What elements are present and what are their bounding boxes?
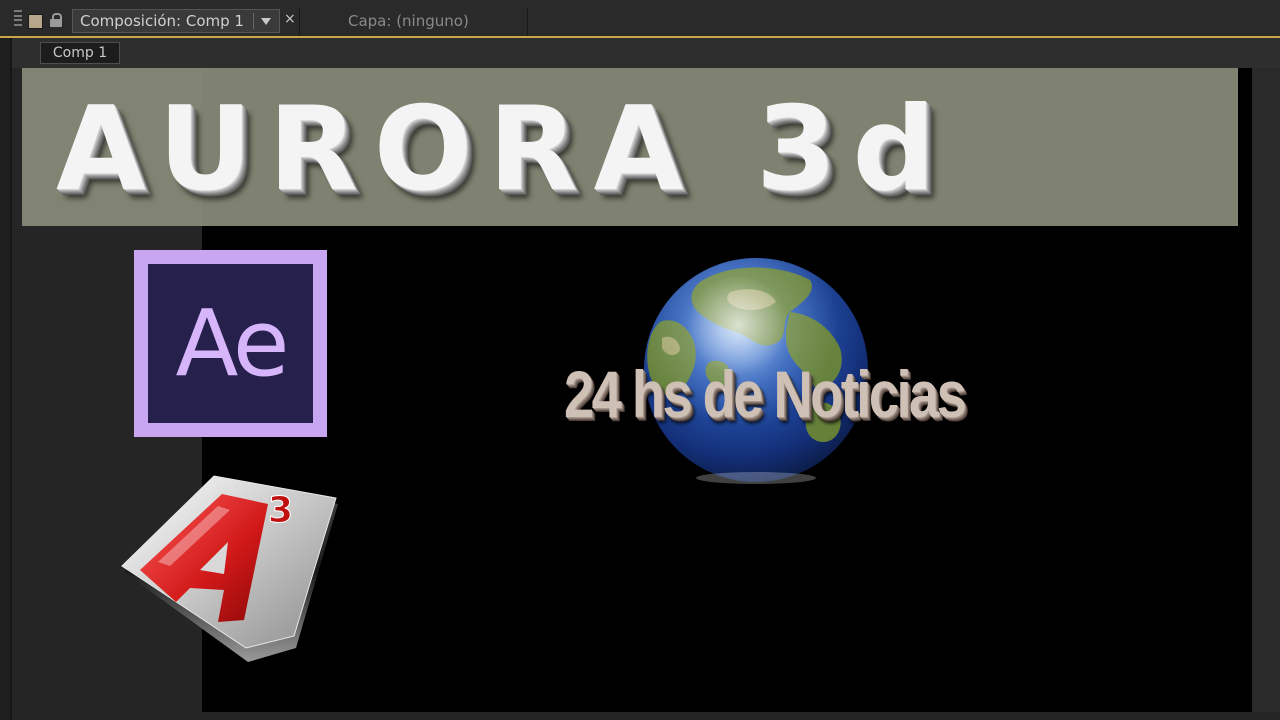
- title-banner: AURORA 3d: [22, 68, 1238, 226]
- a3-superscript: 3: [268, 490, 293, 531]
- dropdown-arrow-icon[interactable]: [261, 18, 271, 25]
- breadcrumb-comp[interactable]: Comp 1: [40, 42, 120, 64]
- globe-caption: 24 hs de Noticias: [564, 357, 967, 431]
- banner-title: AURORA 3d: [56, 82, 952, 217]
- tab-composition-label: Composición: Comp 1: [80, 12, 244, 30]
- tab-composition[interactable]: Composición: Comp 1: [72, 9, 280, 33]
- composition-navigator-bar: [12, 38, 1280, 68]
- ae-logo-text: Ae: [175, 290, 290, 397]
- label-color-swatch[interactable]: [28, 14, 43, 29]
- panel-tab-bar: Composición: Comp 1 × Capa: (ninguno): [0, 0, 1280, 38]
- lock-icon[interactable]: [50, 13, 62, 27]
- right-panel-edge: [1252, 68, 1280, 720]
- close-icon[interactable]: ×: [284, 11, 296, 27]
- tab-layer[interactable]: Capa: (ninguno): [348, 12, 469, 30]
- ae-logo: Ae: [134, 250, 327, 437]
- a3-logo: 3: [121, 475, 338, 662]
- panel-grip-icon[interactable]: [14, 10, 22, 26]
